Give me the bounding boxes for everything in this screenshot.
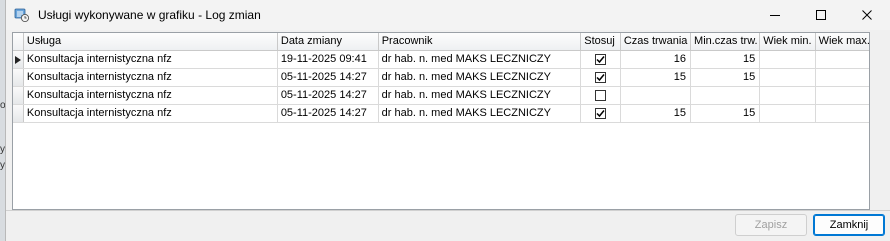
cell-data-zmiany[interactable]: 19-11-2025 09:41: [278, 51, 379, 68]
cell-data-zmiany[interactable]: 05-11-2025 14:27: [278, 105, 379, 122]
cell-wiek-min[interactable]: [760, 105, 816, 122]
row-indicator[interactable]: [13, 87, 24, 104]
cell-wiek-min[interactable]: [760, 69, 816, 86]
cell-czas-trwania[interactable]: 15: [621, 105, 691, 122]
cell-wiek-min[interactable]: [760, 87, 816, 104]
checkmark-icon: [596, 74, 605, 82]
cell-min-czas[interactable]: 15: [691, 69, 761, 86]
cell-stosuj[interactable]: [581, 69, 621, 86]
stosuj-checkbox[interactable]: [594, 108, 606, 119]
cell-stosuj[interactable]: [581, 51, 621, 68]
grid-rows: Konsultacja internistyczna nfz 19-11-202…: [13, 51, 869, 123]
cell-stosuj[interactable]: [581, 87, 621, 104]
column-header-data-zmiany[interactable]: Data zmiany: [277, 33, 379, 50]
row-indicator-header: [13, 33, 24, 50]
checkmark-icon: [596, 56, 605, 64]
current-row-arrow-icon: [14, 55, 21, 64]
cell-min-czas[interactable]: 15: [691, 51, 761, 68]
cell-pracownik[interactable]: dr hab. n. med MAKS LECZNICZY: [379, 51, 582, 68]
footer-divider: [6, 210, 890, 211]
table-row[interactable]: Konsultacja internistyczna nfz 05-11-202…: [13, 69, 869, 87]
column-header-stosuj[interactable]: Stosuj: [581, 33, 621, 50]
close-icon: [862, 10, 872, 20]
cell-czas-trwania[interactable]: 15: [621, 69, 691, 86]
cell-czas-trwania[interactable]: 16: [621, 51, 691, 68]
cell-wiek-max[interactable]: [816, 51, 869, 68]
cell-wiek-min[interactable]: [760, 51, 816, 68]
cell-pracownik[interactable]: dr hab. n. med MAKS LECZNICZY: [379, 87, 582, 104]
cell-stosuj[interactable]: [581, 105, 621, 122]
maximize-icon: [816, 10, 826, 20]
maximize-button[interactable]: [798, 0, 844, 30]
column-header-czas-trwania[interactable]: Czas trwania: [620, 33, 692, 50]
table-row[interactable]: Konsultacja internistyczna nfz 19-11-202…: [13, 51, 869, 69]
cell-min-czas[interactable]: 15: [691, 105, 761, 122]
cell-wiek-max[interactable]: [816, 105, 869, 122]
cell-data-zmiany[interactable]: 05-11-2025 14:27: [278, 87, 379, 104]
cell-pracownik[interactable]: dr hab. n. med MAKS LECZNICZY: [379, 69, 582, 86]
row-indicator[interactable]: [13, 51, 24, 68]
row-indicator[interactable]: [13, 69, 24, 86]
cell-usluga[interactable]: Konsultacja internistyczna nfz: [24, 105, 278, 122]
column-header-wiek-max[interactable]: Wiek max.: [815, 33, 869, 50]
cell-wiek-max[interactable]: [816, 87, 869, 104]
column-header-wiek-min[interactable]: Wiek min.: [760, 33, 816, 50]
changes-grid[interactable]: Usługa Data zmiany Pracownik Stosuj Czas…: [12, 32, 870, 210]
row-indicator[interactable]: [13, 105, 24, 122]
table-row[interactable]: Konsultacja internistyczna nfz 05-11-202…: [13, 105, 869, 123]
column-header-pracownik[interactable]: Pracownik: [378, 33, 582, 50]
cell-usluga[interactable]: Konsultacja internistyczna nfz: [24, 69, 278, 86]
cell-usluga[interactable]: Konsultacja internistyczna nfz: [24, 51, 278, 68]
cell-usluga[interactable]: Konsultacja internistyczna nfz: [24, 87, 278, 104]
stosuj-checkbox[interactable]: [594, 54, 606, 65]
app-icon: [14, 8, 30, 23]
cell-min-czas[interactable]: [691, 87, 761, 104]
minimize-icon: [770, 15, 780, 16]
title-bar[interactable]: Usługi wykonywane w grafiku - Log zmian: [6, 0, 890, 30]
log-window: Usługi wykonywane w grafiku - Log zmian …: [5, 0, 890, 241]
minimize-button[interactable]: [752, 0, 798, 30]
close-window-button[interactable]: [844, 0, 890, 30]
grid-header: Usługa Data zmiany Pracownik Stosuj Czas…: [13, 33, 869, 51]
cell-czas-trwania[interactable]: [621, 87, 691, 104]
cell-data-zmiany[interactable]: 05-11-2025 14:27: [278, 69, 379, 86]
stosuj-checkbox[interactable]: [594, 90, 606, 101]
stosuj-checkbox[interactable]: [594, 72, 606, 83]
save-button[interactable]: Zapisz: [735, 214, 807, 236]
window-title: Usługi wykonywane w grafiku - Log zmian: [38, 8, 261, 22]
close-button[interactable]: Zamknij: [813, 214, 885, 236]
cell-pracownik[interactable]: dr hab. n. med MAKS LECZNICZY: [379, 105, 582, 122]
column-header-min-czas[interactable]: Min.czas trw.: [691, 33, 761, 50]
cell-wiek-max[interactable]: [816, 69, 869, 86]
table-row[interactable]: Konsultacja internistyczna nfz 05-11-202…: [13, 87, 869, 105]
checkmark-icon: [596, 110, 605, 118]
column-header-usluga[interactable]: Usługa: [23, 33, 278, 50]
